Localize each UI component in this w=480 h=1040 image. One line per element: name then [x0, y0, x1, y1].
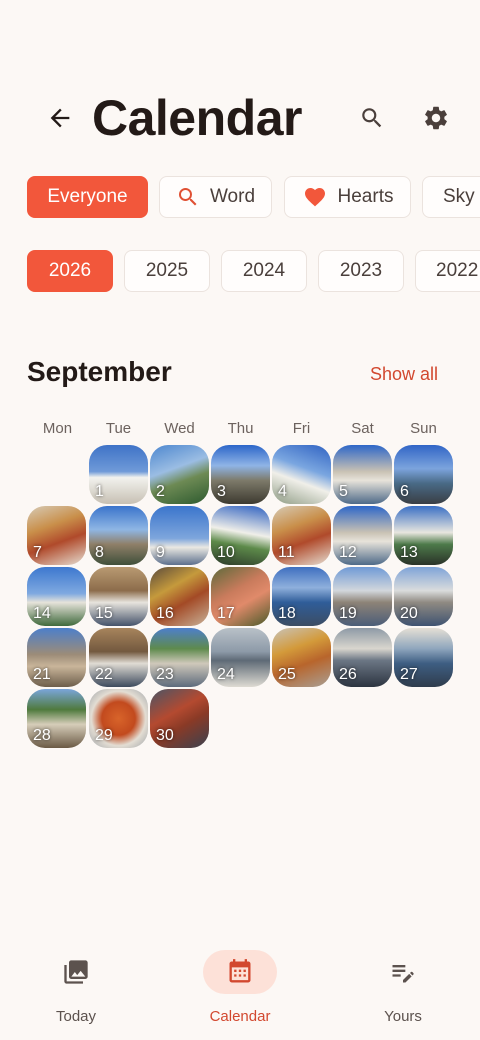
month-title: September [27, 356, 172, 387]
weekday-label: Wed [164, 420, 195, 437]
page-title: Calendar [92, 90, 302, 146]
weekday-label: Fri [292, 420, 311, 437]
settings-button[interactable] [416, 98, 456, 138]
day-photo-tile[interactable]: 10 [211, 506, 270, 565]
gear-icon [425, 106, 447, 130]
filter-chip-sky[interactable]: Sky [422, 176, 480, 218]
nav-pill [203, 950, 277, 994]
day-photo-tile[interactable]: 27 [394, 628, 453, 687]
day-photo-tile[interactable]: 25 [272, 628, 331, 687]
day-photo-tile[interactable]: 17 [211, 567, 270, 626]
day-photo-tile[interactable]: 5 [333, 445, 392, 504]
day-photo-tile[interactable]: 1 [89, 445, 148, 504]
nav-item-today[interactable]: Today [16, 950, 136, 1030]
year-chip-2023[interactable]: 2023 [318, 250, 404, 292]
year-chip-label: 2026 [48, 260, 92, 281]
month-header: September Show all [0, 352, 480, 396]
year-chip-2026[interactable]: 2026 [27, 250, 113, 292]
filter-chip-word[interactable]: Word [159, 176, 272, 218]
filter-chip-hearts[interactable]: Hearts [284, 176, 411, 218]
day-photo-tile[interactable]: 8 [89, 506, 148, 565]
calendar-grid: 1 2 3 4 5 6 7 8 9 10 11 12 13 14 15 16 1… [27, 445, 457, 755]
top-bar: Calendar [0, 88, 480, 148]
weekday-label: Sat [351, 420, 374, 437]
day-photo-tile[interactable]: 2 [150, 445, 209, 504]
year-chip-2022[interactable]: 2022 [415, 250, 480, 292]
year-chip-2025[interactable]: 2025 [124, 250, 210, 292]
day-photo-tile[interactable]: 20 [394, 567, 453, 626]
year-chip-label: 2025 [145, 260, 189, 281]
filter-chip-everyone[interactable]: Everyone [27, 176, 148, 218]
heart-icon [302, 185, 328, 209]
day-photo-tile[interactable]: 15 [89, 567, 148, 626]
day-photo-tile[interactable]: 12 [333, 506, 392, 565]
filter-chip-row: Everyone Word Hearts Sky [0, 176, 480, 220]
day-photo-tile[interactable]: 24 [211, 628, 270, 687]
filter-chip-label: Everyone [47, 186, 128, 207]
weekday-label: Mon [42, 420, 73, 437]
day-photo-tile[interactable]: 19 [333, 567, 392, 626]
calendar-icon [229, 959, 251, 983]
year-chip-label: 2023 [339, 260, 383, 281]
nav-pill [366, 950, 440, 994]
year-chip-label: 2022 [436, 260, 479, 281]
day-photo-tile[interactable]: 13 [394, 506, 453, 565]
search-icon [362, 108, 382, 128]
nav-label: Yours [384, 1008, 422, 1025]
day-photo-tile[interactable]: 3 [211, 445, 270, 504]
day-photo-tile[interactable]: 7 [27, 506, 86, 565]
day-photo-tile[interactable]: 16 [150, 567, 209, 626]
day-photo-tile[interactable]: 28 [27, 689, 86, 748]
day-photo-tile[interactable]: 6 [394, 445, 453, 504]
filter-chip-label: Word [209, 186, 256, 207]
day-photo-tile[interactable]: 14 [27, 567, 86, 626]
search-icon [176, 185, 200, 209]
nav-item-calendar[interactable]: Calendar [180, 950, 300, 1030]
back-button[interactable] [40, 98, 80, 138]
bottom-navigation: Today Calendar Yours [0, 940, 480, 1040]
weekday-label: Thu [227, 420, 254, 437]
nav-label: Today [55, 1008, 97, 1025]
year-chip-2024[interactable]: 2024 [221, 250, 307, 292]
arrow-left-icon [50, 108, 70, 128]
year-chip-label: 2024 [242, 260, 286, 281]
nav-label: Calendar [209, 1008, 271, 1025]
day-photo-tile[interactable]: 30 [150, 689, 209, 748]
photo-icon [64, 960, 88, 984]
filter-chip-label: Sky [443, 186, 475, 207]
day-photo-tile[interactable]: 18 [272, 567, 331, 626]
weekday-label: Sun [410, 420, 437, 437]
day-photo-tile[interactable]: 11 [272, 506, 331, 565]
weekday-header: Mon Tue Wed Thu Fri Sat Sun [27, 420, 454, 440]
day-photo-tile[interactable]: 26 [333, 628, 392, 687]
year-chip-row: 2026 2025 2024 2023 2022 [0, 250, 480, 294]
day-photo-tile[interactable]: 4 [272, 445, 331, 504]
search-button[interactable] [352, 98, 392, 138]
day-photo-tile[interactable]: 22 [89, 628, 148, 687]
nav-item-yours[interactable]: Yours [343, 950, 463, 1030]
nav-pill [39, 950, 113, 994]
show-all-link[interactable]: Show all [370, 364, 438, 385]
edit-note-icon [392, 965, 414, 983]
day-photo-tile[interactable]: 9 [150, 506, 209, 565]
day-photo-tile[interactable]: 23 [150, 628, 209, 687]
weekday-label: Tue [105, 420, 132, 437]
day-photo-tile[interactable]: 29 [89, 689, 148, 748]
day-photo-tile[interactable]: 21 [27, 628, 86, 687]
filter-chip-label: Hearts [337, 186, 394, 207]
